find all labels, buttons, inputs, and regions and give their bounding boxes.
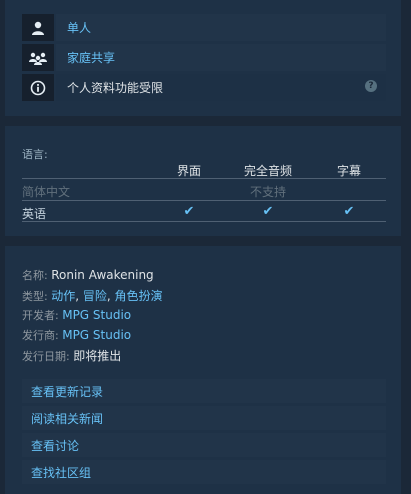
find-community-groups-button[interactable]: 查找社区组 <box>22 460 386 484</box>
genre-link-action[interactable]: 动作 <box>51 289 75 303</box>
read-news-button[interactable]: 阅读相关新闻 <box>22 406 386 430</box>
column-header-subtitles: 字幕 <box>336 164 362 178</box>
view-discussions-button[interactable]: 查看讨论 <box>22 433 386 457</box>
family-sharing-icon <box>22 44 54 71</box>
languages-header: 界面 完全音频 字幕 <box>22 162 386 178</box>
release-label: 发行日期: <box>22 350 70 363</box>
check-icon: ✔ <box>343 204 355 219</box>
unsupported-note: 不支持 <box>249 185 287 199</box>
language-row-simplified-chinese: 简体中文 不支持 <box>22 178 386 200</box>
languages-title: 语言: <box>22 148 48 161</box>
feature-label[interactable]: 家庭共享 <box>56 44 386 71</box>
details-panel: 名称: Ronin Awakening 类型: 动作, 冒险, 角色扮演 开发者… <box>5 246 401 494</box>
details-developer: 开发者: MPG Studio <box>22 307 131 323</box>
details-name: 名称: Ronin Awakening <box>22 267 154 283</box>
check-icon: ✔ <box>183 204 195 219</box>
languages-panel: 语言: 界面 完全音频 字幕 简体中文 不支持 英语 ✔ ✔ ✔ <box>5 126 401 236</box>
game-name: Ronin Awakening <box>51 268 154 282</box>
publisher-label: 发行商: <box>22 329 59 342</box>
feature-label: 个人资料功能受限 ? <box>56 74 386 101</box>
developer-label: 开发者: <box>22 309 59 322</box>
details-release-date: 发行日期: 即将推出 <box>22 347 121 364</box>
info-icon <box>22 74 54 101</box>
languages-table: 界面 完全音频 字幕 简体中文 不支持 英语 ✔ ✔ ✔ <box>22 162 386 222</box>
language-name: 英语 <box>22 207 47 221</box>
details-publisher: 发行商: MPG Studio <box>22 327 131 343</box>
features-panel: 单人 家庭共享 个人资料功能受限 ? <box>5 0 401 116</box>
feature-family-sharing[interactable]: 家庭共享 <box>22 44 386 71</box>
feature-label[interactable]: 单人 <box>56 14 386 41</box>
details-genre: 类型: 动作, 冒险, 角色扮演 <box>22 289 163 303</box>
feature-label-text: 个人资料功能受限 <box>67 81 164 95</box>
help-icon[interactable]: ? <box>365 80 377 92</box>
language-row-english: 英语 ✔ ✔ ✔ <box>22 200 386 222</box>
view-update-history-button[interactable]: 查看更新记录 <box>22 379 386 403</box>
feature-profile-limited: 个人资料功能受限 ? <box>22 74 386 101</box>
genre-link-rpg[interactable]: 角色扮演 <box>115 289 163 303</box>
publisher-link[interactable]: MPG Studio <box>62 328 131 342</box>
release-value: 即将推出 <box>73 349 122 363</box>
name-label: 名称: <box>22 269 48 282</box>
type-label: 类型: <box>22 290 48 303</box>
genre-link-adventure[interactable]: 冒险 <box>83 289 107 303</box>
single-player-icon <box>22 14 54 41</box>
column-header-full-audio: 完全音频 <box>243 164 293 178</box>
check-icon: ✔ <box>262 204 274 219</box>
column-header-interface: 界面 <box>176 164 202 178</box>
developer-link[interactable]: MPG Studio <box>62 308 131 322</box>
feature-single-player[interactable]: 单人 <box>22 14 386 41</box>
language-name: 简体中文 <box>22 185 71 199</box>
